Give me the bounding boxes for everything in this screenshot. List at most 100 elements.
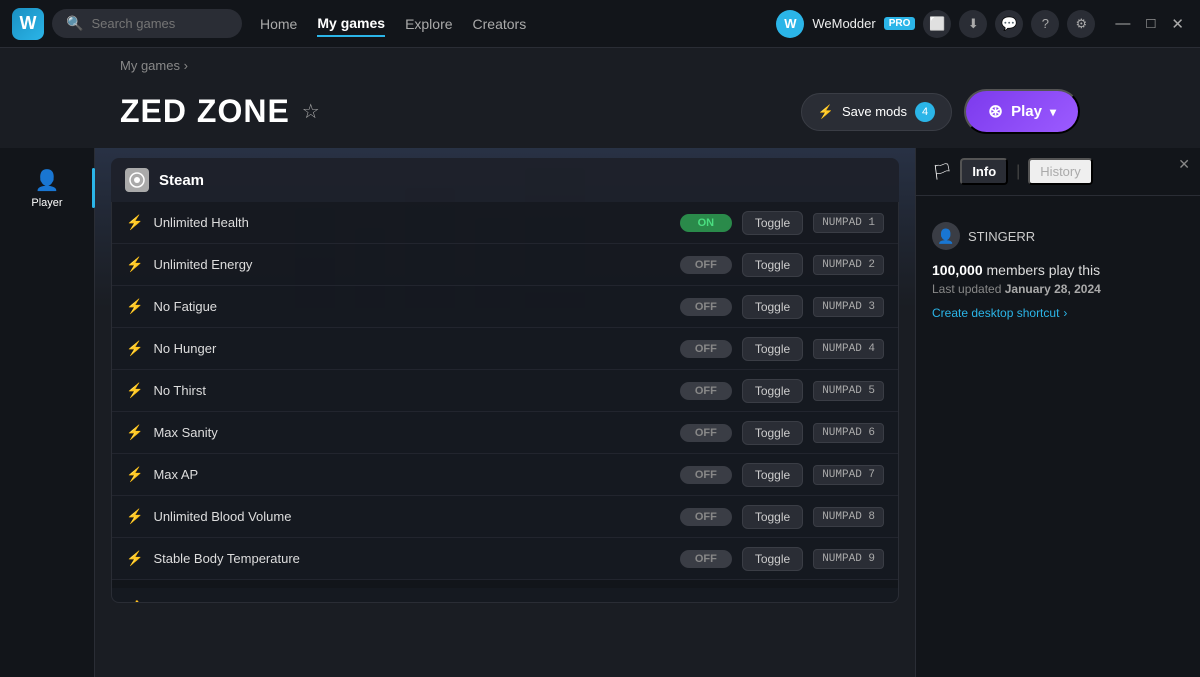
table-row: ⚡ Unlimited Health ON Toggle NUMPAD 1 xyxy=(112,202,898,244)
toggle-off[interactable]: OFF xyxy=(680,298,732,316)
toggle-button[interactable]: Toggle xyxy=(742,505,803,529)
toggle-off[interactable]: OFF xyxy=(680,340,732,358)
titlebar: W 🔍 Home My games Explore Creators W WeM… xyxy=(0,0,1200,48)
panel-tabs: 🏳 Info | History xyxy=(916,148,1200,196)
key-badge: NUMPAD 1 xyxy=(813,213,884,233)
steam-section: Steam ⚡ Unlimited Health ON Toggle NUMPA… xyxy=(111,158,899,603)
discord-icon[interactable]: 💬 xyxy=(995,10,1023,38)
bolt-icon: ⚡ xyxy=(126,214,143,231)
player-icon: 👤 xyxy=(35,168,60,193)
search-box[interactable]: 🔍 xyxy=(52,9,242,38)
play-label: Play xyxy=(1011,103,1042,120)
tab-info[interactable]: Info xyxy=(960,158,1008,185)
creator-row: 👤 STINGERR xyxy=(932,222,1184,250)
table-row: ⚡ No Hunger OFF Toggle NUMPAD 4 xyxy=(112,328,898,370)
left-sidebar: 👤 Player xyxy=(0,148,95,677)
mods-table: ⚡ Unlimited Health ON Toggle NUMPAD 1 ⚡ … xyxy=(111,202,899,603)
mod-name: Stable Body Temperature xyxy=(153,551,669,566)
steam-header: Steam xyxy=(111,158,899,202)
toggle-off[interactable]: OFF xyxy=(680,382,732,400)
notifications-icon[interactable]: ⬜ xyxy=(923,10,951,38)
chevron-right-icon: › xyxy=(1063,306,1067,320)
favorite-icon[interactable]: ☆ xyxy=(302,99,320,124)
nav-creators[interactable]: Creators xyxy=(473,12,527,36)
avatar: W xyxy=(776,10,804,38)
toggle-on[interactable]: ON xyxy=(680,214,732,232)
key-badge: NUMPAD 3 xyxy=(813,297,884,317)
creator-avatar: 👤 xyxy=(932,222,960,250)
desktop-shortcut-link[interactable]: Create desktop shortcut › xyxy=(932,306,1184,320)
mod-name: Unlimited Health xyxy=(153,215,669,230)
thumbsup-icon: 👍 xyxy=(126,599,146,603)
mod-name: Max Sanity xyxy=(153,425,669,440)
toggle-off[interactable]: OFF xyxy=(680,256,732,274)
minimize-button[interactable]: — xyxy=(1111,13,1134,35)
bolt-icon: ⚡ xyxy=(126,550,143,567)
play-button[interactable]: ⊛ Play ▾ xyxy=(964,89,1080,134)
search-icon: 🔍 xyxy=(66,15,83,32)
breadcrumb-separator: › xyxy=(184,58,188,73)
pro-badge: PRO xyxy=(884,17,916,30)
nav-my-games[interactable]: My games xyxy=(317,11,385,37)
close-icon[interactable]: ✕ xyxy=(1178,156,1190,173)
save-mods-count: 4 xyxy=(915,102,935,122)
right-panel: 🏳 Info | History ✕ 👤 STINGERR 100,000 me… xyxy=(915,148,1200,677)
table-row: 👍 xyxy=(112,588,898,602)
table-row: ⚡ Max AP OFF Toggle NUMPAD 7 xyxy=(112,454,898,496)
maximize-button[interactable]: □ xyxy=(1142,13,1159,35)
toggle-off[interactable]: OFF xyxy=(680,508,732,526)
page-header: ZED ZONE ☆ ⚡ Save mods 4 ⊛ Play ▾ xyxy=(0,83,1200,148)
help-icon[interactable]: ? xyxy=(1031,10,1059,38)
table-row: ⚡ Unlimited Blood Volume OFF Toggle NUMP… xyxy=(112,496,898,538)
toggle-button[interactable]: Toggle xyxy=(742,547,803,571)
settings-icon[interactable]: ⚙ xyxy=(1067,10,1095,38)
mod-name: No Fatigue xyxy=(153,299,669,314)
table-row: ⚡ Max Sanity OFF Toggle NUMPAD 6 xyxy=(112,412,898,454)
nav-explore[interactable]: Explore xyxy=(405,12,452,36)
save-mods-button[interactable]: ⚡ Save mods 4 xyxy=(801,93,952,131)
key-badge: NUMPAD 9 xyxy=(813,549,884,569)
close-button[interactable]: ✕ xyxy=(1167,13,1188,35)
steam-label: Steam xyxy=(159,172,204,189)
chevron-down-icon: ▾ xyxy=(1050,105,1056,119)
key-badge: NUMPAD 6 xyxy=(813,423,884,443)
key-badge: NUMPAD 2 xyxy=(813,255,884,275)
downloads-icon[interactable]: ⬇ xyxy=(959,10,987,38)
toggle-button[interactable]: Toggle xyxy=(742,421,803,445)
toggle-button[interactable]: Toggle xyxy=(742,337,803,361)
sidebar-item-player[interactable]: 👤 Player xyxy=(7,158,87,219)
mod-name: No Hunger xyxy=(153,341,669,356)
toggle-button[interactable]: Toggle xyxy=(742,253,803,277)
save-mods-label: Save mods xyxy=(842,104,907,119)
toggle-button[interactable]: Toggle xyxy=(742,379,803,403)
window-controls: — □ ✕ xyxy=(1111,13,1188,35)
bolt-icon: ⚡ xyxy=(126,256,143,273)
key-badge: NUMPAD 4 xyxy=(813,339,884,359)
tab-history[interactable]: History xyxy=(1028,158,1092,185)
nav-home[interactable]: Home xyxy=(260,12,297,36)
toggle-button[interactable]: Toggle xyxy=(742,211,803,235)
table-row: ⚡ No Fatigue OFF Toggle NUMPAD 3 xyxy=(112,286,898,328)
toggle-button[interactable]: Toggle xyxy=(742,463,803,487)
game-area: Steam ⚡ Unlimited Health ON Toggle NUMPA… xyxy=(95,148,915,677)
mod-name: Unlimited Energy xyxy=(153,257,669,272)
bolt-icon: ⚡ xyxy=(126,466,143,483)
tab-divider: | xyxy=(1016,163,1020,181)
main-content: 👤 Player Steam xyxy=(0,148,1200,677)
bolt-icon: ⚡ xyxy=(126,382,143,399)
table-row: ⚡ Unlimited Energy OFF Toggle NUMPAD 2 xyxy=(112,244,898,286)
toggle-off[interactable]: OFF xyxy=(680,424,732,442)
breadcrumb-parent[interactable]: My games xyxy=(120,58,180,73)
toggle-off[interactable]: OFF xyxy=(680,550,732,568)
mod-name: Max AP xyxy=(153,467,669,482)
toggle-off[interactable]: OFF xyxy=(680,466,732,484)
search-input[interactable] xyxy=(91,16,228,31)
panel-content: 👤 STINGERR 100,000 members play this Las… xyxy=(916,196,1200,336)
nav-links: Home My games Explore Creators xyxy=(260,11,526,37)
toggle-button[interactable]: Toggle xyxy=(742,295,803,319)
key-badge: NUMPAD 7 xyxy=(813,465,884,485)
bolt-icon: ⚡ xyxy=(126,340,143,357)
mod-name: Unlimited Blood Volume xyxy=(153,509,669,524)
mod-name: No Thirst xyxy=(153,383,669,398)
table-row: ⚡ Stable Body Temperature OFF Toggle NUM… xyxy=(112,538,898,580)
